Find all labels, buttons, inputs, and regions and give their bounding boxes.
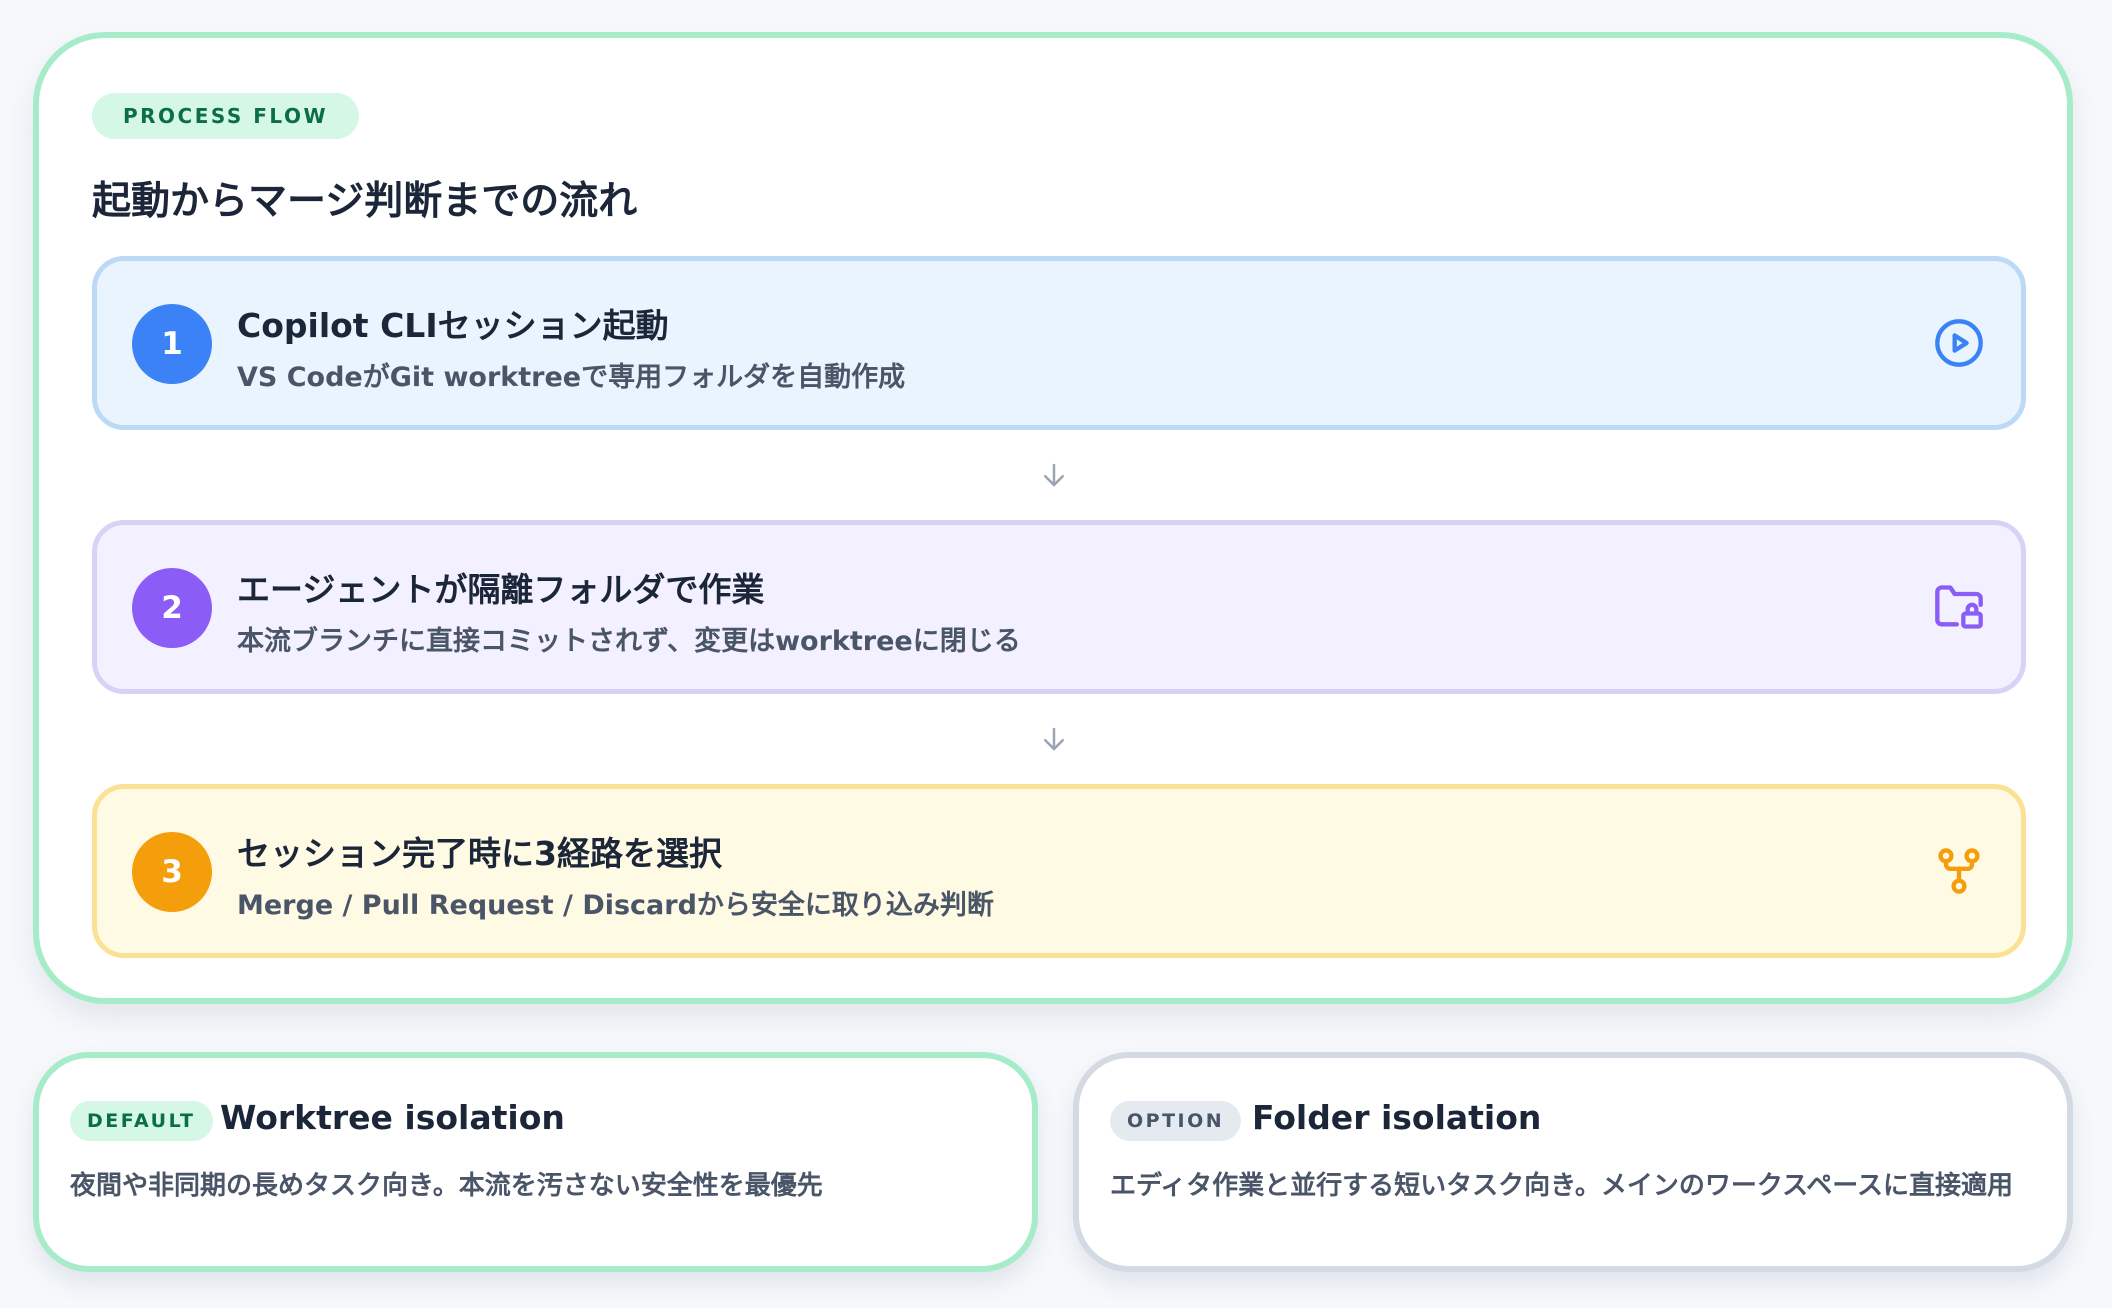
step-title: Copilot CLIセッション起動 [237, 306, 669, 345]
flow-step-1: 1 Copilot CLIセッション起動 VS CodeがGit worktre… [92, 256, 2026, 430]
step-number-badge: 2 [132, 568, 212, 648]
option-badge: OPTION [1110, 1101, 1242, 1141]
arrow-down-icon [1044, 463, 1064, 487]
flow-title: 起動からマージ判断までの流れ [92, 179, 638, 224]
process-flow-card: PROCESS FLOW 起動からマージ判断までの流れ 1 Copilot CL… [33, 32, 2073, 1004]
folder-isolation-card: OPTION Folder isolation エディタ作業と並行する短いタスク… [1073, 1052, 2073, 1272]
mode-title: Worktree isolation [220, 1098, 565, 1137]
step-title: エージェントが隔離フォルダで作業 [237, 570, 765, 609]
step-number-badge: 1 [132, 304, 212, 384]
folder-lock-icon [1935, 585, 1983, 629]
step-description: VS CodeがGit worktreeで専用フォルダを自動作成 [237, 362, 906, 393]
git-fork-icon [1938, 848, 1980, 894]
step-description: Merge / Pull Request / Discardから安全に取り込み判… [237, 890, 994, 921]
mode-title: Folder isolation [1252, 1098, 1542, 1137]
mode-description: 夜間や非同期の長めタスク向き。本流を汚さない安全性を最優先 [70, 1171, 823, 1201]
step-number-badge: 3 [132, 832, 212, 912]
default-badge: DEFAULT [70, 1101, 213, 1141]
arrow-down-icon [1044, 727, 1064, 751]
play-circle-icon [1935, 319, 1983, 367]
mode-description: エディタ作業と並行する短いタスク向き。メインのワークスペースに直接適用 [1110, 1171, 2013, 1201]
flow-step-2: 2 エージェントが隔離フォルダで作業 本流ブランチに直接コミットされず、変更はw… [92, 520, 2026, 694]
step-description: 本流ブランチに直接コミットされず、変更はworktreeに閉じる [237, 626, 1021, 657]
flow-step-3: 3 セッション完了時に3経路を選択 Merge / Pull Request /… [92, 784, 2026, 958]
step-title: セッション完了時に3経路を選択 [237, 834, 722, 873]
process-flow-label: PROCESS FLOW [92, 93, 360, 139]
worktree-isolation-card: DEFAULT Worktree isolation 夜間や非同期の長めタスク向… [33, 1052, 1038, 1272]
